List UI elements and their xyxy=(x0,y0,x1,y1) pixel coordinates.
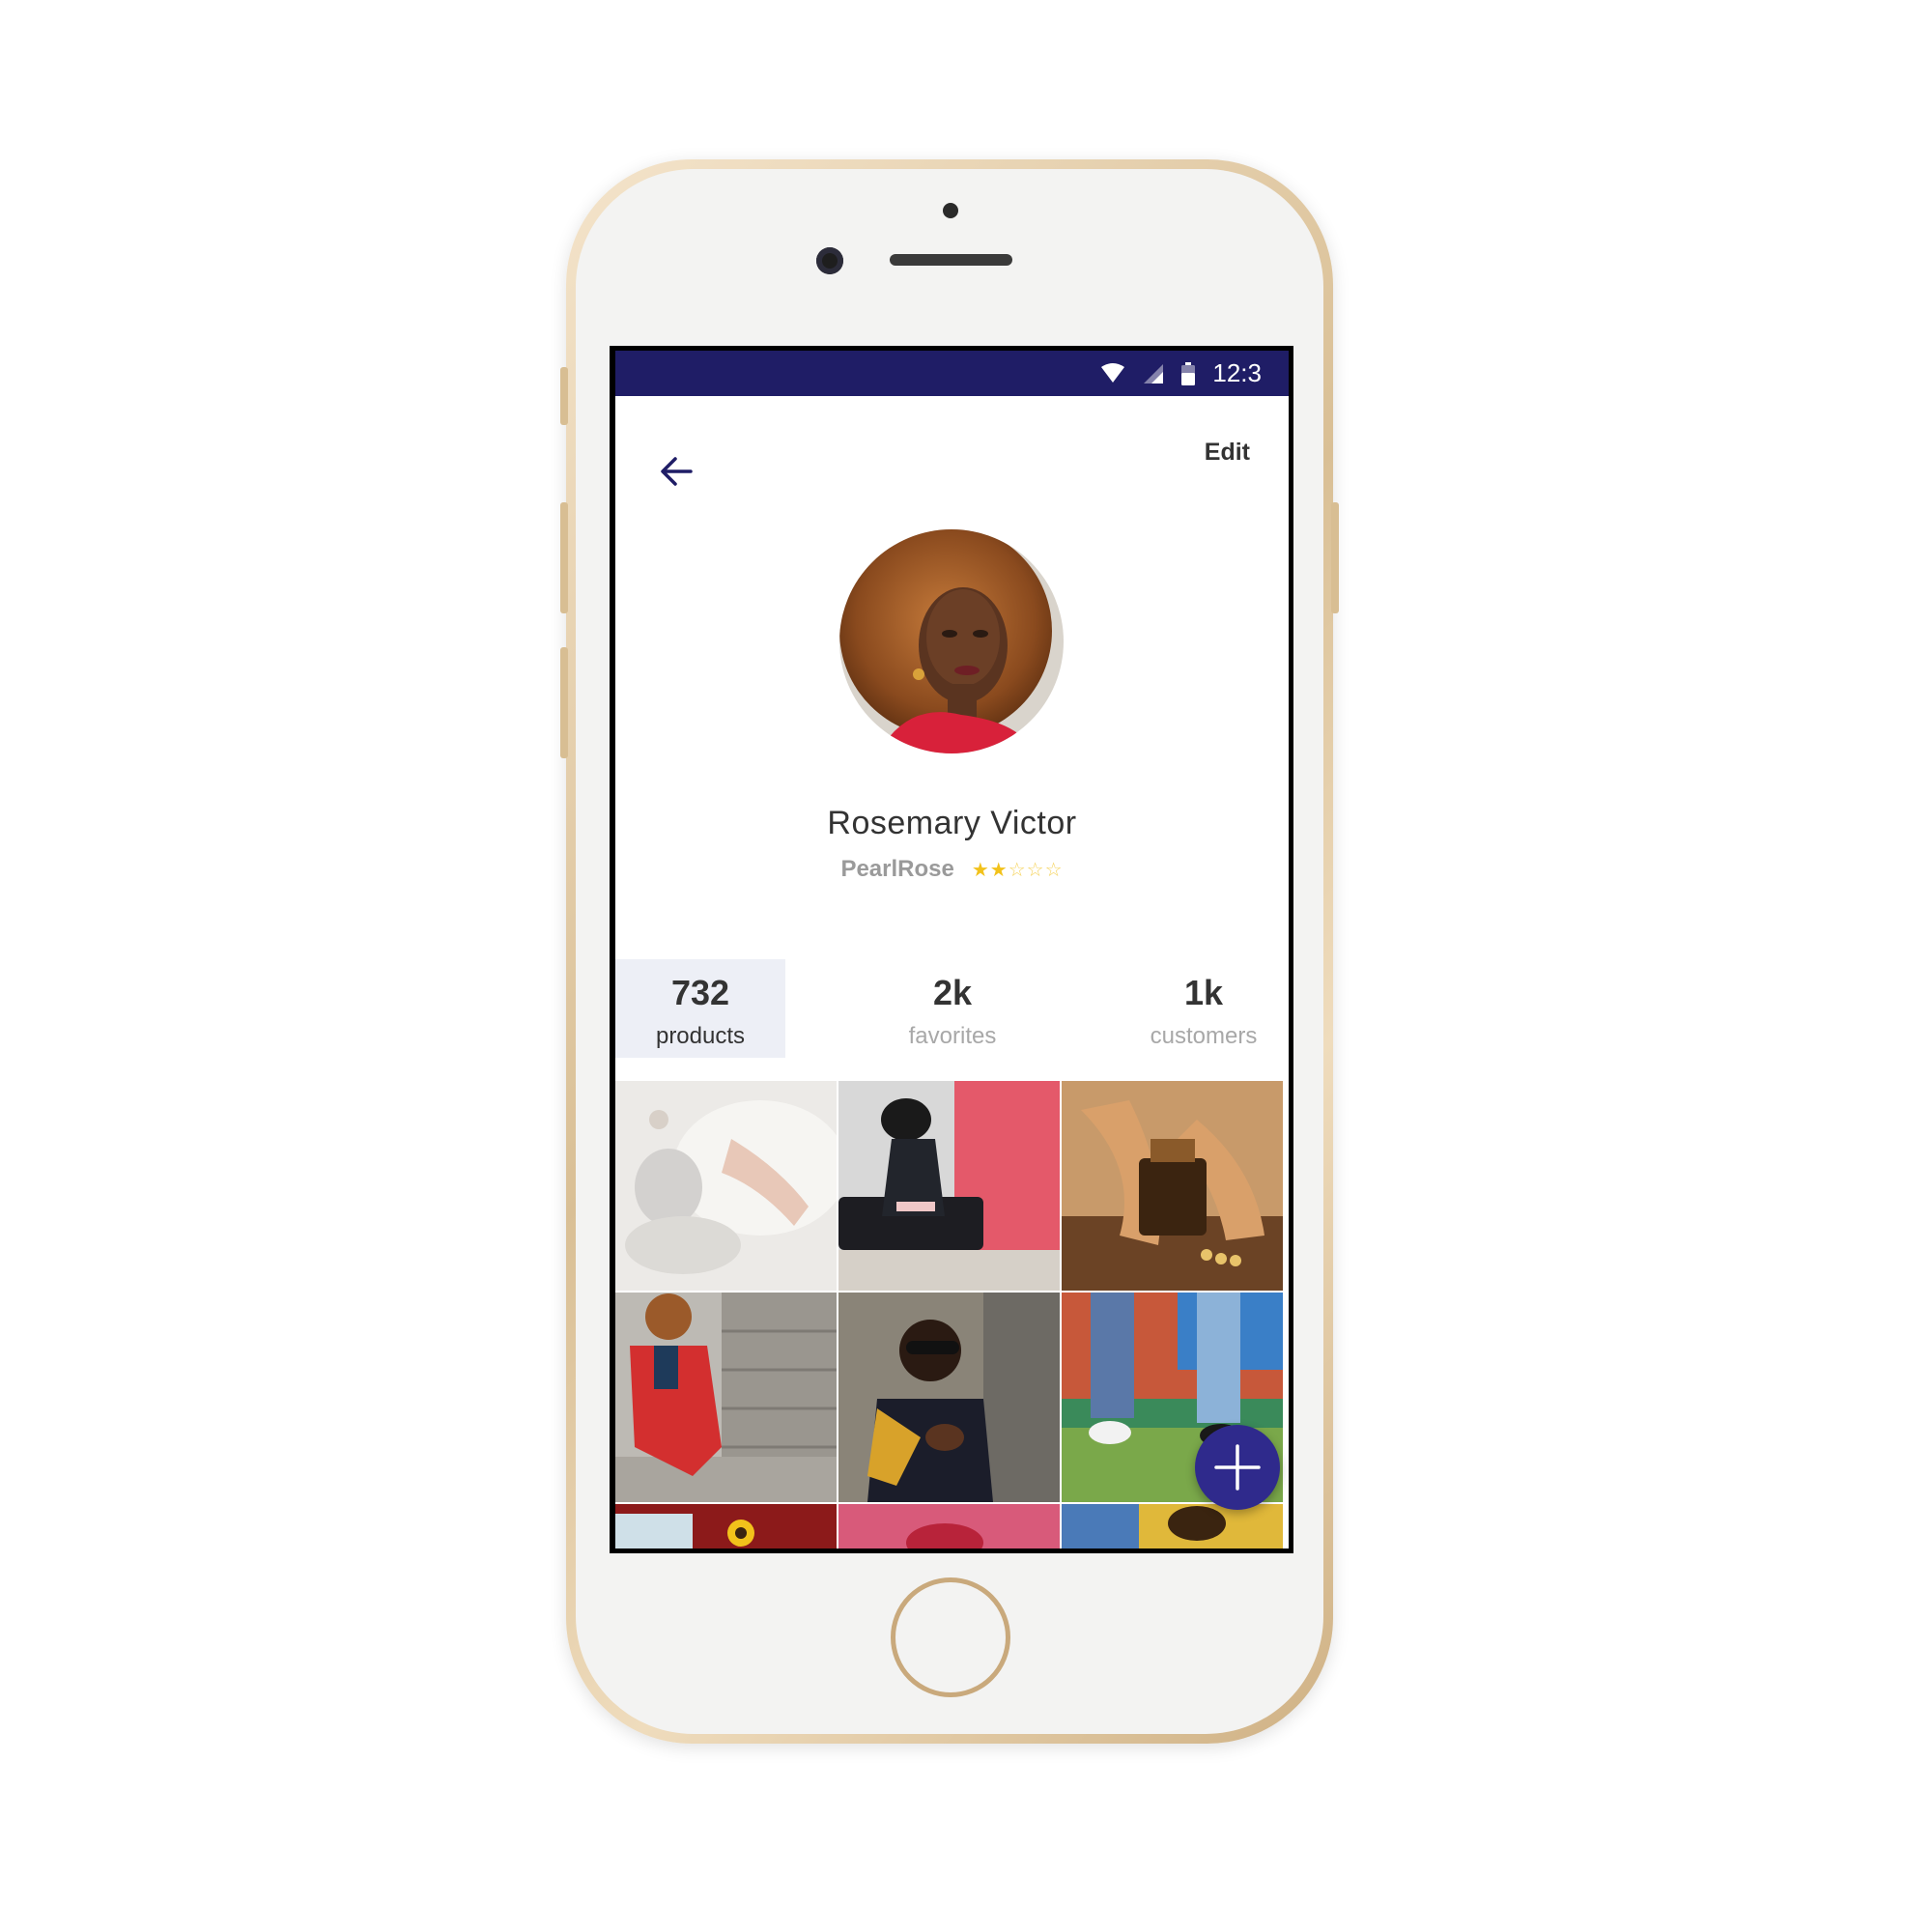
signal-icon xyxy=(1144,363,1164,384)
earpiece-speaker xyxy=(890,254,1012,266)
avatar-photo xyxy=(839,529,1064,753)
product-tile[interactable] xyxy=(615,1504,837,1548)
handle-row: PearlRose ★★☆☆☆ xyxy=(615,856,1289,883)
tab-products[interactable]: 732 products xyxy=(615,959,785,1058)
stat-value: 2k xyxy=(932,973,973,1012)
arrow-left-icon xyxy=(661,457,693,486)
star-filled-icon: ★ xyxy=(971,858,990,881)
profile-handle: PearlRose xyxy=(840,856,954,882)
volume-down-button xyxy=(560,647,568,758)
product-photo xyxy=(615,1081,837,1291)
product-photo xyxy=(1062,1081,1283,1291)
product-photo xyxy=(1062,1504,1283,1548)
product-tile[interactable] xyxy=(838,1293,1060,1502)
tab-customers[interactable]: 1k customers xyxy=(1119,959,1289,1058)
stat-label: products xyxy=(655,1023,746,1049)
star-outline-icon: ☆ xyxy=(1044,858,1064,881)
header: Edit xyxy=(615,396,1289,493)
product-tile[interactable] xyxy=(1062,1081,1283,1291)
home-button[interactable] xyxy=(891,1577,1010,1697)
product-photo xyxy=(838,1293,1060,1502)
product-photo xyxy=(838,1504,1060,1548)
profile-name: Rosemary Victor xyxy=(827,805,1077,841)
star-outline-icon: ☆ xyxy=(1026,858,1045,881)
proximity-sensor xyxy=(943,203,958,218)
plus-icon xyxy=(1214,1444,1261,1491)
tab-favorites[interactable]: 2k favorites xyxy=(867,959,1037,1058)
star-outline-icon: ☆ xyxy=(1008,858,1027,881)
power-button xyxy=(1331,502,1339,613)
stat-label: customers xyxy=(1150,1023,1258,1049)
product-tile[interactable] xyxy=(838,1081,1060,1291)
side-button xyxy=(560,367,568,425)
product-tile[interactable] xyxy=(615,1293,837,1502)
product-tile[interactable] xyxy=(838,1504,1060,1548)
product-tile[interactable] xyxy=(615,1081,837,1291)
front-camera xyxy=(816,247,843,274)
wifi-icon xyxy=(1101,362,1125,383)
product-photo xyxy=(615,1504,837,1548)
rating-stars: ★★☆☆☆ xyxy=(972,858,1064,881)
stat-value: 732 xyxy=(670,973,730,1012)
add-product-button[interactable] xyxy=(1195,1425,1280,1510)
status-bar: 12:3 xyxy=(615,351,1289,396)
product-photo xyxy=(615,1293,837,1502)
star-filled-icon: ★ xyxy=(989,858,1009,881)
status-time: 12:3 xyxy=(1212,358,1262,387)
stats-tabs: 732 products 2k favorites 1k customers xyxy=(615,959,1289,1058)
edit-button[interactable]: Edit xyxy=(1205,439,1250,467)
product-photo xyxy=(838,1081,1060,1291)
volume-up-button xyxy=(560,502,568,613)
app-screen: 12:3 Edit Rosemary Victor PearlRose ★★☆☆… xyxy=(615,351,1289,1548)
product-grid xyxy=(615,1081,1289,1548)
battery-icon xyxy=(1181,361,1196,385)
back-button[interactable] xyxy=(658,452,696,491)
stat-value: 1k xyxy=(1183,973,1224,1012)
product-tile[interactable] xyxy=(1062,1504,1283,1548)
avatar[interactable] xyxy=(839,529,1064,753)
phone-screen: 12:3 Edit Rosemary Victor PearlRose ★★☆☆… xyxy=(610,346,1293,1553)
stat-label: favorites xyxy=(908,1023,997,1049)
